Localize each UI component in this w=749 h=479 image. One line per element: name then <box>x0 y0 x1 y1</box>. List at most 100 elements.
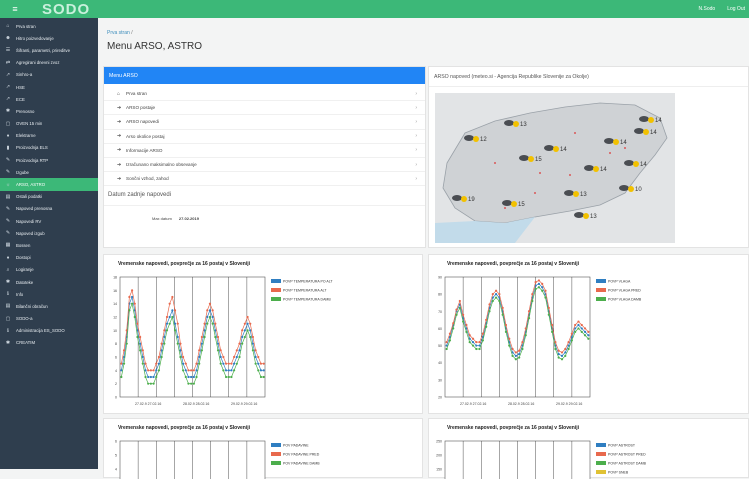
temperature-label: 15 <box>535 157 542 163</box>
series-point <box>583 327 587 330</box>
weather-marker[interactable]: 13 <box>574 212 597 220</box>
menu-item-4[interactable]: ➔ Informacije ARSO › <box>104 144 425 158</box>
temperature-chart[interactable]: 18 16 14 12 10 8 6 4 2 0 27.02.9 27.02.16 28.02.9 2… <box>104 267 422 415</box>
series-point <box>141 362 144 365</box>
sidebar-item-label: Šifranti, parametri, prireditve <box>16 47 70 53</box>
sidebar: ⌂ Prva stran ☻ Hitro poizvedovanje ☰ Šifranti… <box>0 18 98 469</box>
temperature-label: 14 <box>560 147 567 153</box>
sidebar-item-3[interactable]: ⇄ Agregirani dnevni zvoz <box>0 57 98 69</box>
series-point <box>149 369 152 372</box>
info-icon: ℹ <box>7 291 9 298</box>
series-point <box>144 375 147 379</box>
sidebar-item-17[interactable]: ✎ Napoved izgub <box>0 227 98 239</box>
sidebar-item-label: ECE <box>16 96 25 102</box>
sidebar-item-26[interactable]: ✱ CREATIM <box>0 337 98 349</box>
series-point <box>583 334 587 337</box>
radiation-chart[interactable]: 250200150100POVP ASTROSTPOVP ASTROST PRE… <box>429 431 747 479</box>
sidebar-item-label: Napovedi RV <box>16 218 42 224</box>
temperature-label: 14 <box>620 140 627 146</box>
sidebar-item-7[interactable]: ✱ Prenosno <box>0 105 98 117</box>
series-point <box>160 342 163 345</box>
series-point <box>471 341 475 344</box>
series-point <box>508 337 511 340</box>
series-point <box>128 295 131 299</box>
sidebar-item-label: Napoved prenosna <box>16 206 53 212</box>
sidebar-item-6[interactable]: ↗ ECE <box>0 93 98 105</box>
y-tick-label: 10 <box>113 329 117 333</box>
temperature-label: 13 <box>580 192 587 198</box>
breadcrumb-home[interactable]: Prva stran <box>107 30 130 36</box>
sun-icon <box>573 191 579 197</box>
exchange-icon: ⇄ <box>5 59 11 66</box>
sidebar-item-24[interactable]: ▢ SODO-a <box>0 313 98 325</box>
menu-item-5[interactable]: ➔ Izračunano maksimalno obsevanje › <box>104 158 425 173</box>
sidebar-item-1[interactable]: ☻ Hitro poizvedovanje <box>0 32 98 44</box>
menu-item-label: Sončni vzhod, zahod <box>126 176 169 182</box>
temperature-label: 14 <box>650 130 657 136</box>
series-point <box>537 282 541 285</box>
sidebar-item-14[interactable]: ▤ Ostali podatki <box>0 191 98 203</box>
sun-icon <box>473 136 479 142</box>
series-point <box>219 355 222 359</box>
sidebar-item-18[interactable]: ▦ Bossen <box>0 239 98 251</box>
series-point <box>524 334 527 337</box>
series-point <box>521 341 524 344</box>
sidebar-item-23[interactable]: ▤ Bilančni obračun <box>0 300 98 312</box>
menu-item-3[interactable]: ➔ Arso okolice postaj › <box>104 130 425 144</box>
cloud-icon <box>634 128 644 134</box>
sidebar-item-25[interactable]: ℹ Administracija ES_SODO <box>0 325 98 337</box>
sun-icon <box>513 121 519 127</box>
table-icon: ▤ <box>5 303 11 310</box>
series-point <box>243 335 246 339</box>
series-point <box>198 349 201 352</box>
series-point <box>570 332 573 335</box>
menu-item-6[interactable]: ➔ Sončni vzhod, zahod › <box>104 172 425 187</box>
sidebar-item-0[interactable]: ⌂ Prva stran <box>0 20 98 32</box>
sidebar-item-label: Datoteke <box>16 279 34 285</box>
menu-item-1[interactable]: ➔ ARSO postaje › <box>104 101 425 116</box>
menu-item-2[interactable]: ➔ ARSO napovedi › <box>104 115 425 130</box>
sidebar-item-label: Proizvodnja ELS <box>16 145 48 151</box>
sidebar-item-8[interactable]: ▢ OVEN 15 min <box>0 118 98 130</box>
sidebar-item-2[interactable]: ☰ Šifranti, parametri, prireditve <box>0 44 98 56</box>
app-logo[interactable]: SODO <box>42 1 90 18</box>
legend-swatch <box>596 470 606 474</box>
hamburger-menu-icon[interactable]: ≡ <box>8 4 22 14</box>
series-point <box>570 339 573 342</box>
sidebar-item-22[interactable]: ℹ Info <box>0 288 98 300</box>
sidebar-item-9[interactable]: ♦ Elektrarne <box>0 130 98 142</box>
sidebar-item-4[interactable]: ↗ Sinhro-a <box>0 69 98 81</box>
series-point <box>262 362 265 365</box>
temperature-label: 14 <box>655 118 662 124</box>
sidebar-item-16[interactable]: ✎ Napovedi RV <box>0 215 98 227</box>
weather-map[interactable]: 14 13 12 14 14 14 15 14 14 10 19 15 13 13 <box>435 93 675 243</box>
plug-icon: ✎ <box>5 230 11 237</box>
user-name[interactable]: N.Sodo <box>699 6 716 12</box>
series-point <box>531 299 534 303</box>
sidebar-item-19[interactable]: ♦ Dostopi <box>0 252 98 264</box>
humidity-chart[interactable]: 90 80 70 60 50 40 30 20 27.02.9 27.02.16 28.02.9 … <box>429 267 747 415</box>
legend-label: POVP TEMPERATURA PO ALT <box>283 280 333 284</box>
series-point <box>133 302 136 305</box>
sidebar-item-10[interactable]: ▮ Proizvodnja ELS <box>0 142 98 154</box>
y-tick-label: 60 <box>438 327 442 331</box>
chart-panel-radiation: Vremenske napovedi, povprečje za 16 post… <box>428 418 749 479</box>
sidebar-item-5[interactable]: ↗ HSE <box>0 81 98 93</box>
series-point <box>200 342 203 345</box>
temperature-label: 12 <box>480 137 487 143</box>
sidebar-item-21[interactable]: ✱ Datoteke <box>0 276 98 288</box>
info-icon: ℹ <box>7 327 9 334</box>
sidebar-item-11[interactable]: ✎ Proizvodnja RTP <box>0 154 98 166</box>
sun-icon <box>553 146 559 152</box>
menu-item-0[interactable]: ⌂ Prva stran › <box>104 87 425 102</box>
series-point <box>564 354 567 357</box>
sidebar-item-13[interactable]: ☼ ARSO, ASTRO <box>0 178 98 191</box>
sidebar-item-12[interactable]: ✎ Izgube <box>0 166 98 178</box>
sidebar-item-15[interactable]: ✎ Napoved prenosna <box>0 203 98 215</box>
sidebar-item-label: Elektrarne <box>16 133 36 139</box>
series-point <box>227 375 230 379</box>
sidebar-item-20[interactable]: ⌕ Logiranje <box>0 264 98 276</box>
logout-link[interactable]: Log Out <box>727 6 745 12</box>
precipitation-chart[interactable]: 6543POV PADAVINEPOV PADAVINE PREDPOV PAD… <box>104 431 422 479</box>
series-point <box>567 347 570 351</box>
